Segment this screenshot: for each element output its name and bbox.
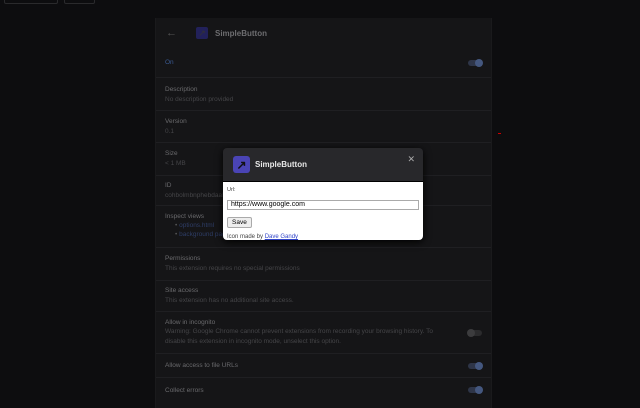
dialog-body: Url: Save Icon made by Dave Gandy [223,181,423,240]
collect-errors-row: Collect errors [156,378,491,402]
file-urls-toggle[interactable] [468,361,483,370]
popup-dialog: ↗ SimpleButton ✕ Url: Save Icon made by … [223,148,423,240]
dialog-title: SimpleButton [255,160,307,169]
description-label: Description [165,86,198,93]
file-urls-label: Allow access to file URLs [165,362,238,369]
collect-errors-label: Collect errors [165,386,204,394]
url-label: Url: [227,187,236,193]
version-row: Version 0.1 [156,111,491,143]
top-button-2[interactable] [64,0,95,4]
description-value: No description provided [165,96,234,103]
close-icon[interactable]: ✕ [407,154,415,165]
incognito-value: Warning: Google Chrome cannot prevent ex… [165,328,433,345]
extension-icon: ↗ [196,27,208,39]
permissions-row: Permissions This extension requires no s… [156,248,491,281]
permissions-value: This extension requires no special permi… [165,265,300,272]
extension-title: SimpleButton [215,28,267,38]
url-input[interactable] [227,199,419,210]
enable-toggle[interactable] [468,58,483,67]
credit-prefix: Icon made by [227,234,264,240]
version-value: 0.1 [165,128,175,135]
dialog-header: ↗ SimpleButton ✕ [223,148,423,181]
site-access-row: Site access This extension has no additi… [156,281,491,312]
site-access-value: This extension has no additional site ac… [165,297,294,304]
incognito-toggle[interactable] [467,329,482,337]
external-link-icon: ↗ [233,156,250,173]
cursor-mark [498,133,501,134]
arrow-left-icon[interactable]: ← [166,27,188,39]
file-urls-row: Allow access to file URLs [156,354,491,378]
credit-link[interactable]: Dave Gandy [265,234,298,240]
save-button[interactable]: Save [227,217,252,228]
version-label: Version [165,118,187,125]
details-header: ← ↗ SimpleButton [156,18,491,48]
top-button-1[interactable] [4,0,58,4]
permissions-label: Permissions [165,255,201,262]
icon-credit: Icon made by Dave Gandy [227,234,419,240]
collect-errors-toggle[interactable] [468,386,483,394]
on-label: On [165,59,174,66]
incognito-row: Allow in incognito Warning: Google Chrom… [156,312,491,354]
site-access-label: Site access [165,287,199,294]
incognito-label: Allow in incognito [165,319,216,326]
description-row: Description No description provided [156,78,491,111]
on-row: On [156,48,491,78]
